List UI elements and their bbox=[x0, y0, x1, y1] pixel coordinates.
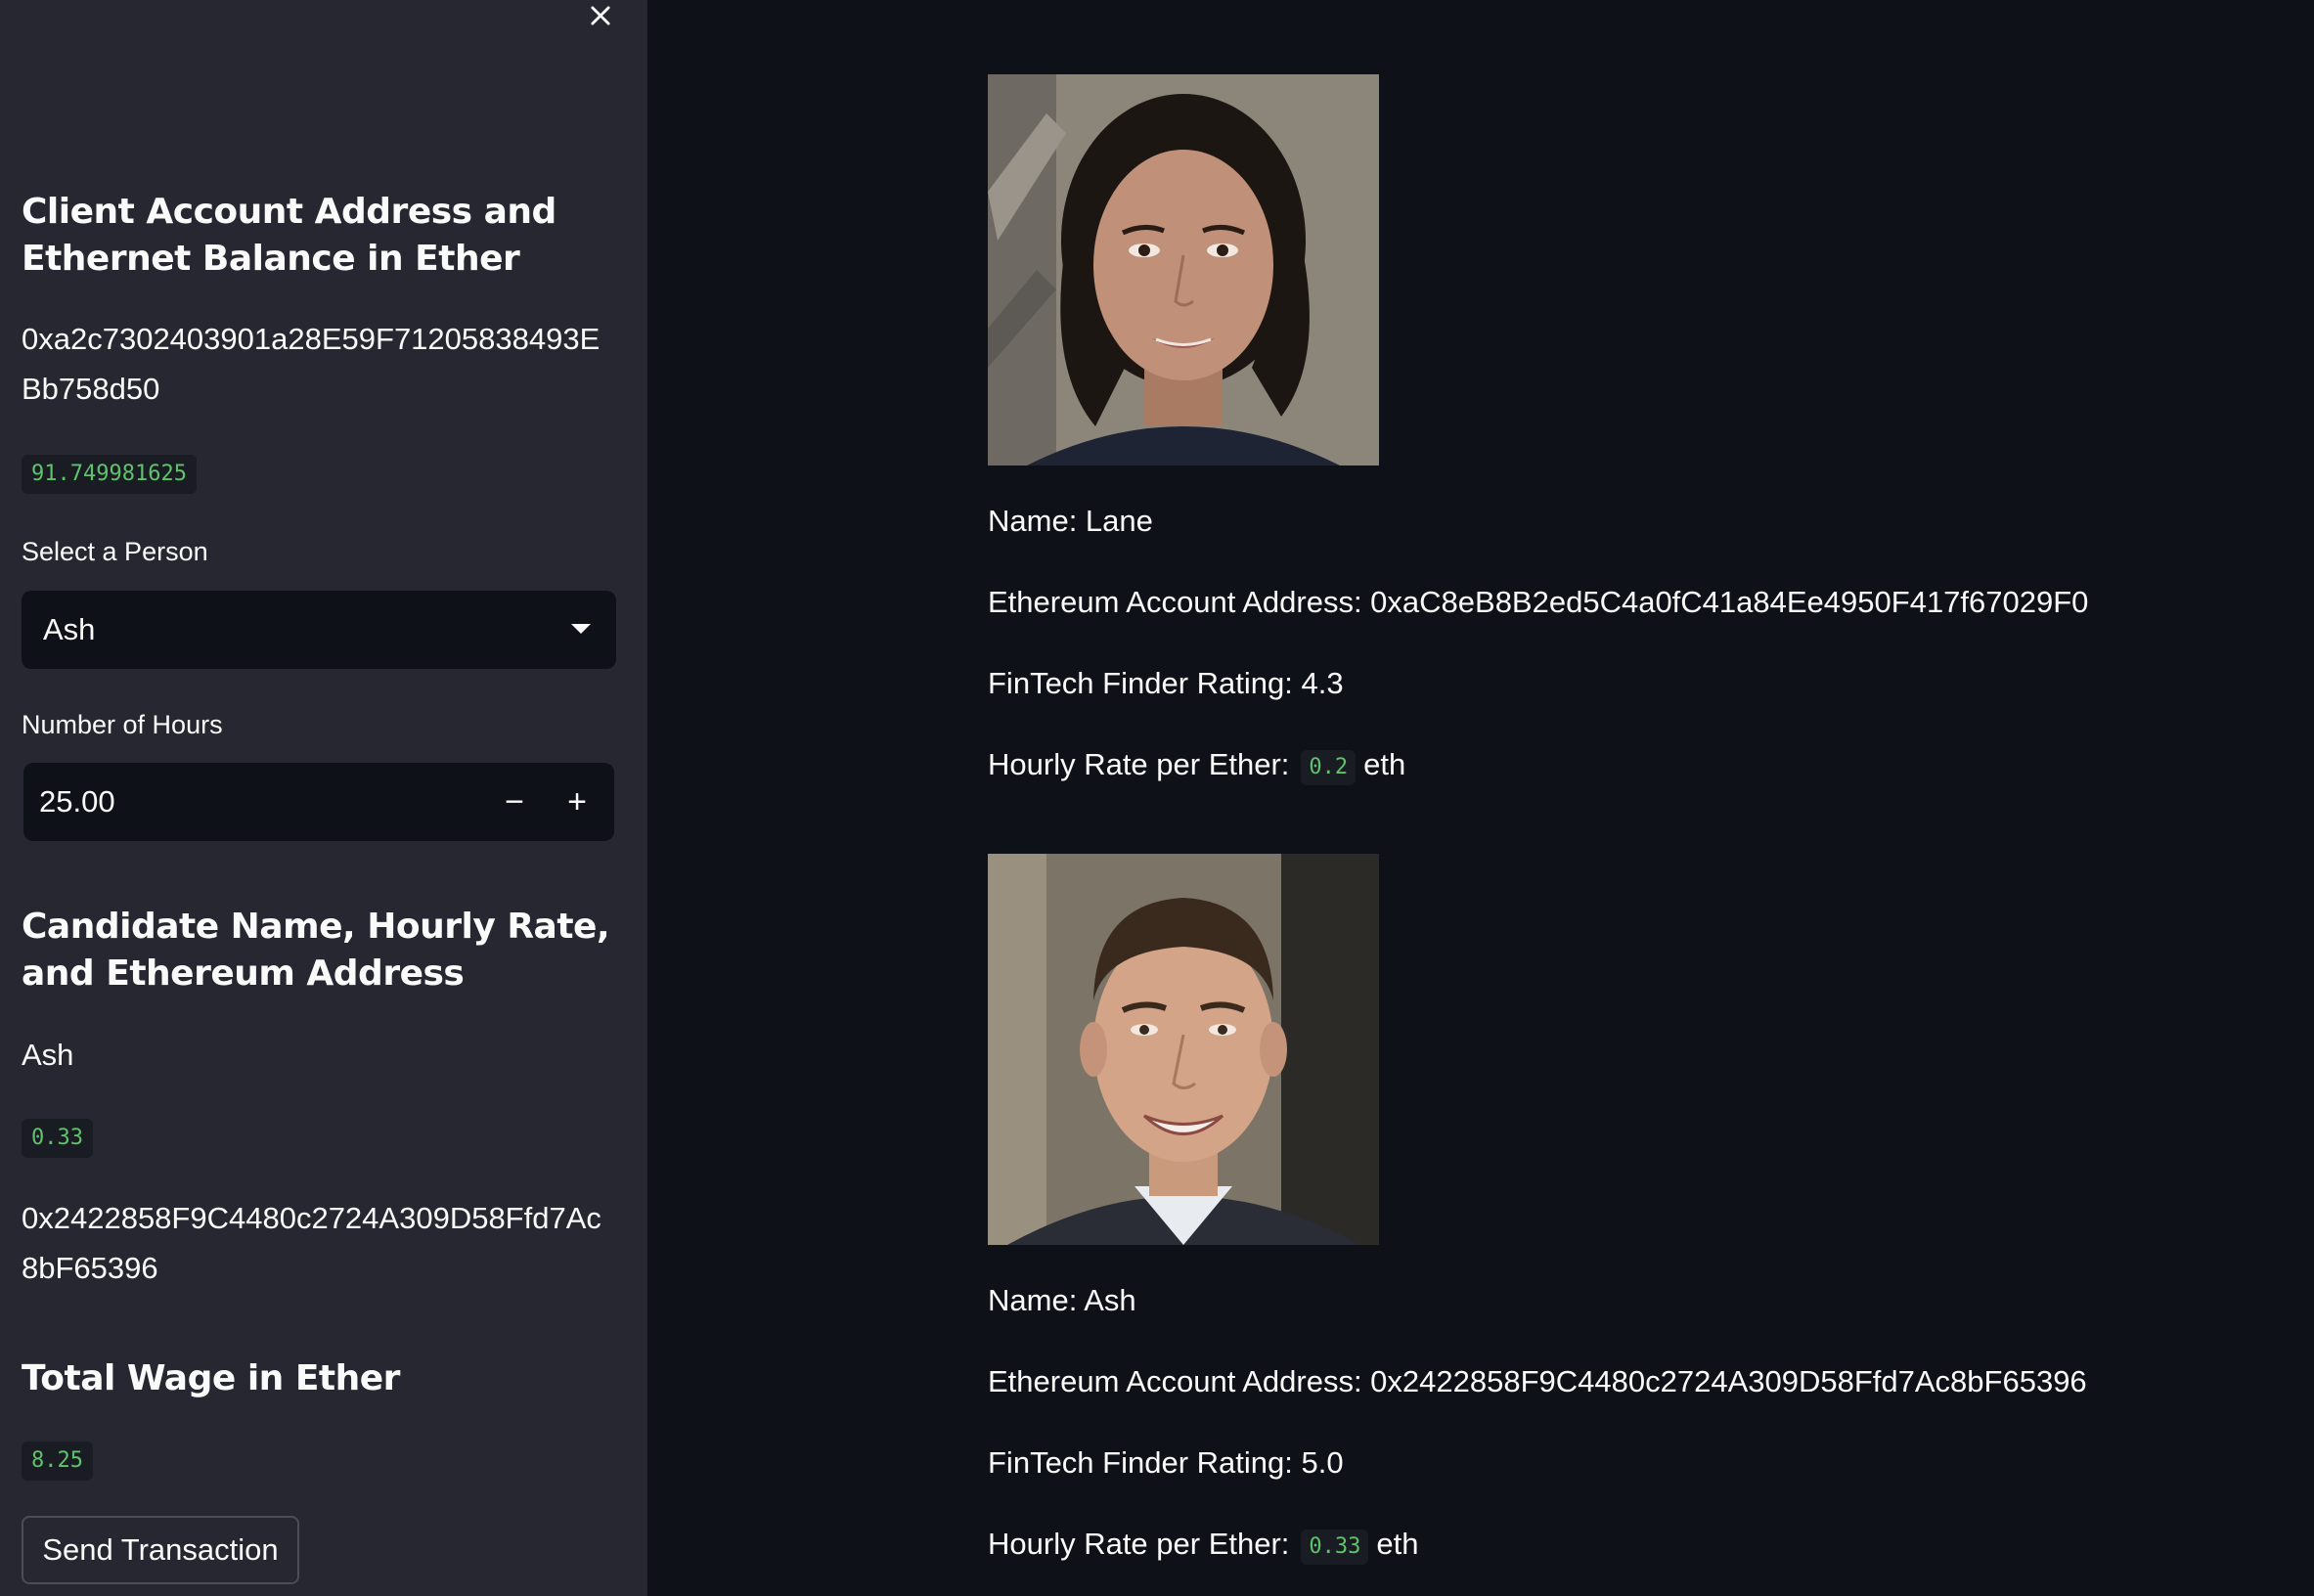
candidate-name-line: Name: Lane bbox=[988, 504, 1153, 538]
candidate-address-line: Ethereum Account Address: 0xaC8eB8B2ed5C… bbox=[988, 585, 2089, 619]
rate-value: 0.2 bbox=[1301, 750, 1357, 785]
candidate-rate-line: Hourly Rate per Ether: 0.33 eth bbox=[988, 1523, 1419, 1566]
select-person-dropdown[interactable]: Ash bbox=[22, 591, 616, 669]
close-sidebar-button[interactable] bbox=[579, 0, 622, 35]
rate-label: Hourly Rate per Ether: bbox=[988, 747, 1290, 781]
client-balance-value: 91.749981625 bbox=[22, 455, 197, 494]
total-wage-value: 8.25 bbox=[22, 1441, 93, 1481]
plus-icon: + bbox=[567, 782, 587, 820]
minus-icon: − bbox=[505, 782, 524, 820]
number-of-hours-label: Number of Hours bbox=[22, 710, 223, 739]
hours-number-input: 25.00 − + bbox=[23, 763, 614, 841]
candidate-rate-value: 0.33 bbox=[22, 1119, 93, 1158]
client-account-heading: Client Account Address and Ethernet Bala… bbox=[22, 192, 556, 279]
sidebar: Client Account Address and Ethernet Bala… bbox=[0, 0, 647, 1596]
candidate-rating-line: FinTech Finder Rating: 4.3 bbox=[988, 666, 1344, 700]
chevron-down-icon bbox=[571, 624, 591, 634]
candidate-name: Ash bbox=[22, 1038, 74, 1072]
hours-input-field[interactable]: 25.00 bbox=[23, 763, 483, 841]
increment-button[interactable]: + bbox=[546, 763, 608, 841]
candidate-address: 0x2422858F9C4480c2724A309D58Ffd7Ac8bF653… bbox=[22, 1201, 601, 1285]
candidate-rating-line: FinTech Finder Rating: 5.0 bbox=[988, 1445, 1344, 1480]
candidate-address-line: Ethereum Account Address: 0x2422858F9C44… bbox=[988, 1364, 2087, 1398]
select-person-value: Ash bbox=[43, 612, 96, 646]
candidate-photo-ash bbox=[988, 854, 1379, 1245]
rate-label: Hourly Rate per Ether: bbox=[988, 1527, 1290, 1561]
rate-unit: eth bbox=[1376, 1527, 1419, 1561]
candidate-photo-lane bbox=[988, 74, 1379, 466]
rate-unit: eth bbox=[1363, 747, 1406, 781]
candidate-rate-line: Hourly Rate per Ether: 0.2 eth bbox=[988, 743, 1405, 786]
total-wage-heading: Total Wage in Ether bbox=[22, 1358, 400, 1398]
rate-value: 0.33 bbox=[1301, 1530, 1369, 1565]
close-icon bbox=[587, 2, 614, 34]
main-content: Name: Lane Ethereum Account Address: 0xa… bbox=[647, 0, 2314, 1596]
select-person-label: Select a Person bbox=[22, 537, 208, 566]
client-account-address: 0xa2c7302403901a28E59F71205838493EBb758d… bbox=[22, 322, 601, 406]
candidate-name-line: Name: Ash bbox=[988, 1283, 1136, 1317]
decrement-button[interactable]: − bbox=[483, 763, 546, 841]
send-transaction-button[interactable]: Send Transaction bbox=[22, 1516, 299, 1584]
candidate-info-heading: Candidate Name, Hourly Rate, and Ethereu… bbox=[22, 907, 610, 994]
